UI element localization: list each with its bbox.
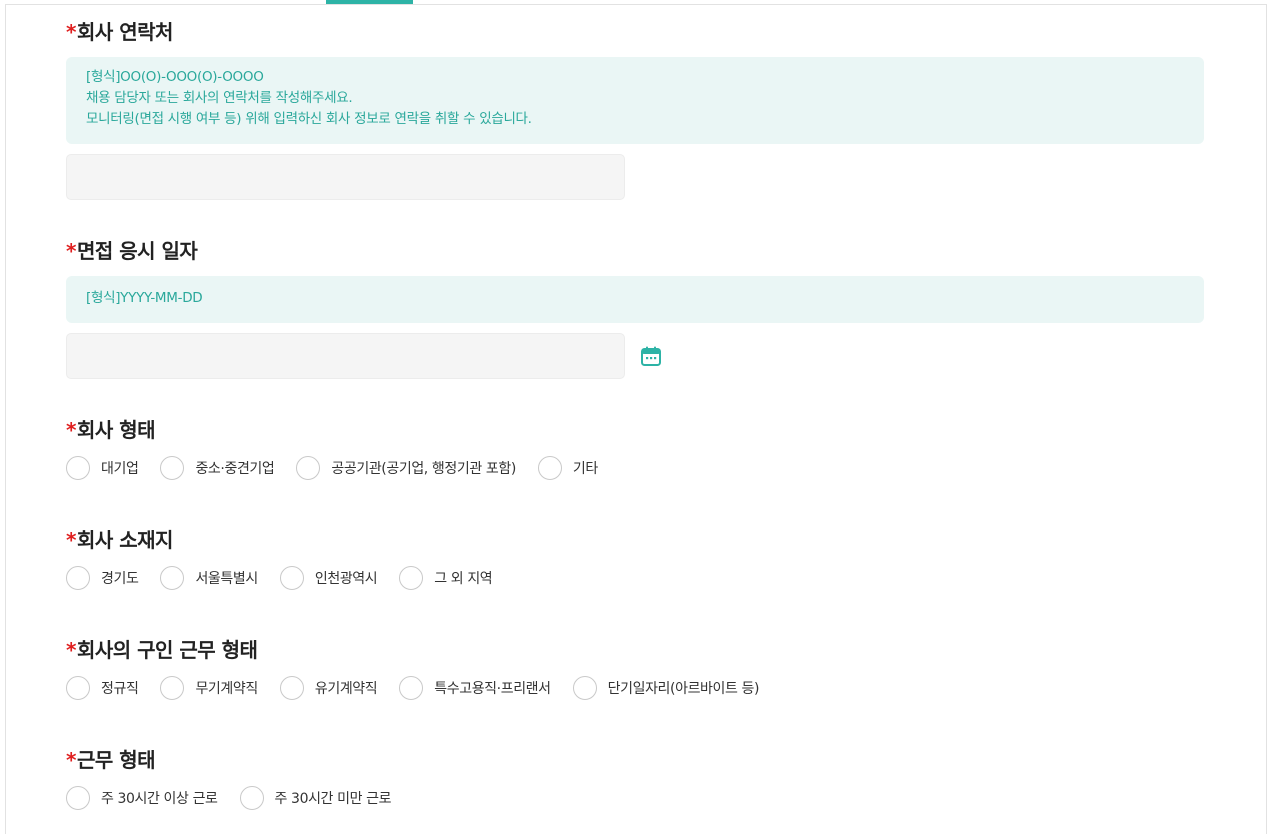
required-mark: * xyxy=(66,418,76,442)
radio-button[interactable] xyxy=(66,456,90,480)
employment-type-options: 정규직 무기계약직 유기계약직 특수고용직·프리랜서 단기일자리(아르바이트 등… xyxy=(66,674,1204,702)
radio-button[interactable] xyxy=(399,676,424,700)
company-type-section: *회사 형태 대기업 중소·중견기업 공공기관(공기업, 행정기관 포함) 기타 xyxy=(66,416,1204,482)
radio-button[interactable] xyxy=(160,566,185,590)
work-hours-section: *근무 형태 주 30시간 이상 근로 주 30시간 미만 근로 xyxy=(66,746,1204,812)
interview-date-input[interactable] xyxy=(66,333,625,379)
info-line: [형식]OO(O)-OOO(O)-OOOO xyxy=(86,69,264,85)
contact-title-text: 회사 연락처 xyxy=(76,20,173,44)
radio-label: 주 30시간 미만 근로 xyxy=(274,791,392,807)
work-hours-options: 주 30시간 이상 근로 주 30시간 미만 근로 xyxy=(66,784,1204,812)
radio-button[interactable] xyxy=(66,676,90,700)
radio-label: 서울특별시 xyxy=(195,571,258,587)
radio-button[interactable] xyxy=(296,456,321,480)
required-mark: * xyxy=(66,20,76,44)
calendar-icon[interactable] xyxy=(640,345,662,367)
radio-button[interactable] xyxy=(239,786,264,810)
radio-label: 경기도 xyxy=(101,571,139,587)
required-mark: * xyxy=(66,748,76,772)
radio-option[interactable]: 단기일자리(아르바이트 등) xyxy=(572,676,760,700)
radio-button[interactable] xyxy=(399,566,424,590)
radio-button[interactable] xyxy=(160,676,185,700)
company-type-title-text: 회사 형태 xyxy=(76,418,156,442)
radio-label: 대기업 xyxy=(101,461,139,477)
interview-date-title: *면접 응시 일자 xyxy=(66,237,1204,265)
radio-button[interactable] xyxy=(66,786,90,810)
required-mark: * xyxy=(66,239,76,263)
radio-option[interactable]: 인천광역시 xyxy=(279,566,378,590)
company-type-title: *회사 형태 xyxy=(66,416,1204,444)
radio-option[interactable]: 유기계약직 xyxy=(279,676,378,700)
contact-section: *회사 연락처 [형식]OO(O)-OOO(O)-OOOO 채용 담당자 또는 … xyxy=(66,18,1204,200)
radio-label: 특수고용직·프리랜서 xyxy=(434,681,551,697)
radio-option[interactable]: 그 외 지역 xyxy=(399,566,493,590)
radio-button[interactable] xyxy=(66,566,90,590)
radio-option[interactable]: 특수고용직·프리랜서 xyxy=(399,676,551,700)
radio-label: 정규직 xyxy=(101,681,139,697)
radio-label: 중소·중견기업 xyxy=(195,461,275,477)
employment-type-title-text: 회사의 구인 근무 형태 xyxy=(76,638,258,662)
radio-label: 유기계약직 xyxy=(314,681,378,697)
radio-option[interactable]: 공공기관(공기업, 행정기관 포함) xyxy=(296,456,516,480)
radio-button[interactable] xyxy=(160,456,185,480)
radio-option[interactable]: 주 30시간 미만 근로 xyxy=(239,786,392,810)
employment-type-title: *회사의 구인 근무 형태 xyxy=(66,636,1204,664)
radio-option[interactable]: 정규직 xyxy=(66,676,139,700)
radio-option[interactable]: 기타 xyxy=(537,456,598,480)
radio-label: 무기계약직 xyxy=(195,681,258,697)
radio-option[interactable]: 대기업 xyxy=(66,456,139,480)
radio-option[interactable]: 경기도 xyxy=(66,566,139,590)
interview-date-title-text: 면접 응시 일자 xyxy=(76,239,198,263)
radio-label: 그 외 지역 xyxy=(434,571,493,587)
work-hours-title-text: 근무 형태 xyxy=(76,748,156,772)
radio-button[interactable] xyxy=(572,676,597,700)
info-line: 채용 담당자 또는 회사의 연락처를 작성해주세요. xyxy=(86,90,353,106)
required-mark: * xyxy=(66,528,76,552)
required-mark: * xyxy=(66,638,76,662)
employment-type-section: *회사의 구인 근무 형태 정규직 무기계약직 유기계약직 특수고용직·프리랜서… xyxy=(66,636,1204,702)
company-location-title: *회사 소재지 xyxy=(66,526,1204,554)
radio-option[interactable]: 서울특별시 xyxy=(160,566,258,590)
info-line: [형식]YYYY-MM-DD xyxy=(86,290,203,306)
interview-date-section: *면접 응시 일자 [형식]YYYY-MM-DD xyxy=(66,237,1204,379)
contact-info-box: [형식]OO(O)-OOO(O)-OOOO 채용 담당자 또는 회사의 연락처를… xyxy=(66,57,1204,144)
work-hours-title: *근무 형태 xyxy=(66,746,1204,774)
info-line: 모니터링(면접 시행 여부 등) 위해 입력하신 회사 정보로 연락을 취할 수… xyxy=(86,111,532,127)
radio-option[interactable]: 무기계약직 xyxy=(160,676,258,700)
date-row xyxy=(66,333,1204,379)
radio-label: 주 30시간 이상 근로 xyxy=(101,791,218,807)
radio-label: 단기일자리(아르바이트 등) xyxy=(607,681,760,697)
radio-button[interactable] xyxy=(537,456,562,480)
contact-input[interactable] xyxy=(66,154,625,200)
company-type-options: 대기업 중소·중견기업 공공기관(공기업, 행정기관 포함) 기타 xyxy=(66,454,1204,482)
company-location-title-text: 회사 소재지 xyxy=(76,528,173,552)
radio-label: 인천광역시 xyxy=(314,571,378,587)
radio-button[interactable] xyxy=(279,566,304,590)
radio-label: 기타 xyxy=(572,461,598,477)
radio-option[interactable]: 중소·중견기업 xyxy=(160,456,275,480)
company-location-section: *회사 소재지 경기도 서울특별시 인천광역시 그 외 지역 xyxy=(66,526,1204,592)
interview-date-info-box: [형식]YYYY-MM-DD xyxy=(66,276,1204,323)
radio-option[interactable]: 주 30시간 이상 근로 xyxy=(66,786,218,810)
active-tab-indicator xyxy=(326,0,413,4)
contact-title: *회사 연락처 xyxy=(66,18,1204,46)
radio-label: 공공기관(공기업, 행정기관 포함) xyxy=(331,461,516,477)
company-location-options: 경기도 서울특별시 인천광역시 그 외 지역 xyxy=(66,564,1204,592)
radio-button[interactable] xyxy=(279,676,304,700)
